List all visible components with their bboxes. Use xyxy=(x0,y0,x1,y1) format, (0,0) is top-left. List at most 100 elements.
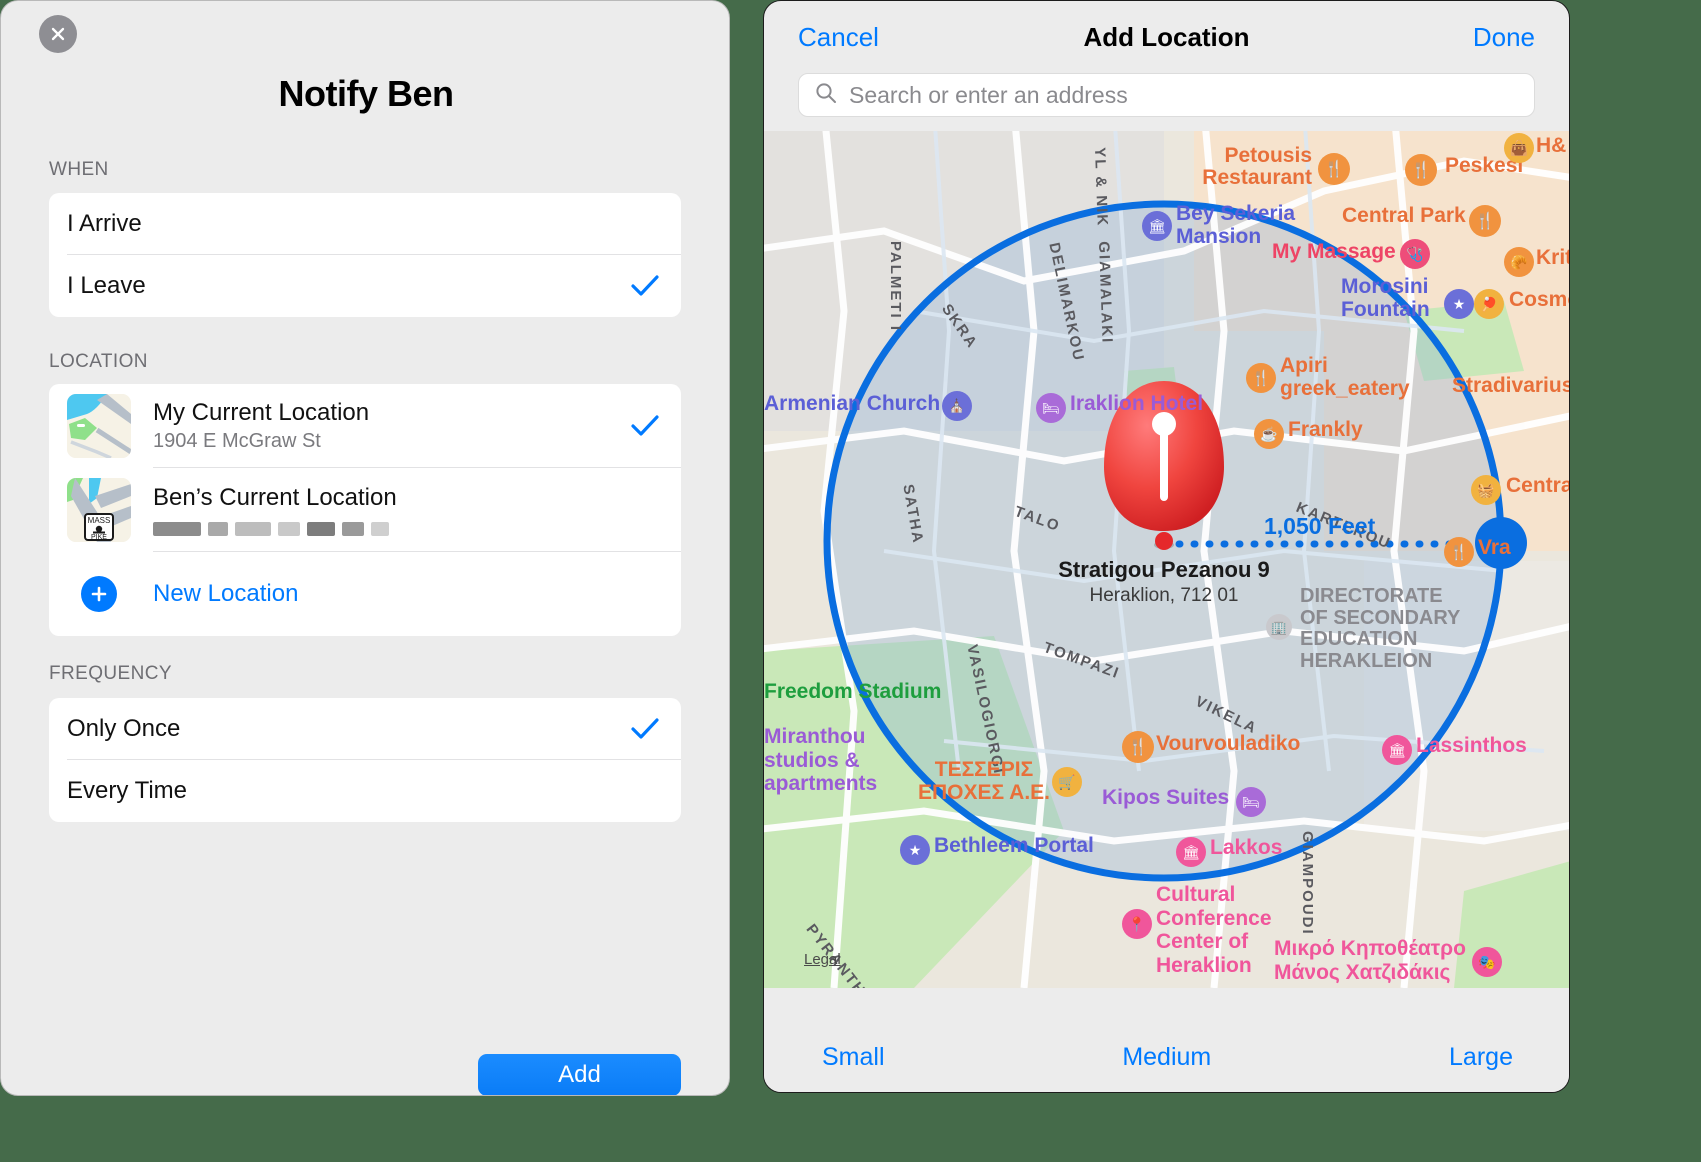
poi-label-morosini-fountain[interactable]: Morosini Fountain xyxy=(1341,275,1430,321)
location-item-my-current[interactable]: My Current Location 1904 E McGraw St xyxy=(49,384,681,468)
nav-bar: Cancel Add Location Done xyxy=(764,1,1569,73)
restaurant-icon: 🍴 xyxy=(1122,731,1154,763)
poi-label-stradivarius[interactable]: Stradivarius xyxy=(1452,374,1569,397)
search-input[interactable]: Search or enter an address xyxy=(798,73,1535,117)
poi-label-bethleem-portal[interactable]: Bethleem Portal xyxy=(934,834,1094,857)
option-label: Every Time xyxy=(67,777,188,804)
basket-icon: 🧺 xyxy=(1471,475,1501,505)
location-title: My Current Location xyxy=(153,398,370,426)
radius-size-selector: Small Medium Large xyxy=(764,1022,1569,1092)
checkmark-icon xyxy=(631,414,659,438)
add-button[interactable]: Add xyxy=(478,1054,681,1095)
option-i-leave[interactable]: I Leave xyxy=(49,255,681,317)
new-location-label: New Location xyxy=(153,580,299,607)
cafe-icon: ☕ xyxy=(1254,419,1284,449)
poi-label-iraklion-hotel[interactable]: Iraklion Hotel xyxy=(1070,392,1203,415)
close-icon[interactable] xyxy=(39,15,77,53)
search-placeholder: Search or enter an address xyxy=(849,81,1128,108)
street-label: YL & NIK xyxy=(1091,147,1111,228)
poi-label-apiri-greek-eatery[interactable]: Apiri greek_eatery xyxy=(1280,354,1410,400)
screen: Notify Ben WHEN I Arrive I Leave LOCATIO… xyxy=(0,0,1701,1162)
done-button[interactable]: Done xyxy=(1473,22,1535,53)
museum-icon: 🏛 xyxy=(1382,735,1412,765)
sport-icon: 🏓 xyxy=(1474,289,1504,319)
location-text: Ben’s Current Location xyxy=(153,484,397,536)
poi-label-kritiko[interactable]: Kritiko xyxy=(1536,246,1569,269)
street-label: GIAMPOUDI xyxy=(1299,831,1316,936)
legal-link[interactable]: Legal xyxy=(804,951,841,968)
poi-label-mikro-kipotheatro[interactable]: Μικρό Κηποθέατρο Μάνος Χατζιδάκις xyxy=(1274,937,1466,984)
restaurant-icon: 🍴 xyxy=(1405,154,1437,186)
restaurant-icon: 🍴 xyxy=(1246,363,1276,393)
option-i-arrive[interactable]: I Arrive xyxy=(49,193,681,255)
checkmark-icon xyxy=(631,717,659,741)
restaurant-icon: 🍴 xyxy=(1469,205,1501,237)
section-label-when: WHEN xyxy=(49,159,109,180)
poi-label-freedom-stadium[interactable]: Freedom Stadium xyxy=(764,680,941,703)
church-icon: ⛪ xyxy=(942,391,972,421)
star-icon: ★ xyxy=(1444,289,1474,319)
checkmark-icon xyxy=(631,274,659,298)
location-card: My Current Location 1904 E McGraw St MAS… xyxy=(49,384,681,636)
street-label: PALMETI I xyxy=(887,241,904,333)
poi-label-miranthou-studios[interactable]: Miranthou studios & apartments xyxy=(764,725,877,796)
cancel-button[interactable]: Cancel xyxy=(798,22,879,53)
add-location-sheet: Cancel Add Location Done Search or enter… xyxy=(763,0,1570,1093)
poi-label-armenian-church[interactable]: Armenian Church xyxy=(764,392,940,415)
option-every-time[interactable]: Every Time xyxy=(49,760,681,822)
poi-label-vourvouladiko[interactable]: Vourvouladiko xyxy=(1156,732,1300,755)
new-location-button[interactable]: New Location xyxy=(49,552,681,636)
location-item-bens-current[interactable]: MASS PIKE Ben’s Current Location xyxy=(49,468,681,552)
map-thumbnail-icon: MASS PIKE xyxy=(67,478,131,542)
location-title: Ben’s Current Location xyxy=(153,484,397,512)
frequency-card: Only Once Every Time xyxy=(49,698,681,822)
restaurant-icon: 🍴 xyxy=(1318,153,1350,185)
when-card: I Arrive I Leave xyxy=(49,193,681,317)
poi-label-h-and-m[interactable]: H& xyxy=(1536,134,1566,157)
poi-label-central-market[interactable]: Central Ma xyxy=(1506,474,1569,497)
pin-icon: 📍 xyxy=(1122,909,1152,939)
option-label: Only Once xyxy=(67,715,181,742)
poi-label-kipos-suites[interactable]: Kipos Suites xyxy=(1102,786,1229,809)
cart-icon: 🛒 xyxy=(1052,767,1082,797)
museum-icon: 🏛 xyxy=(1176,837,1206,867)
poi-label-tesseris-epoxes[interactable]: ΤΕΣΣΕΡΙΣ ΕΠΟΧΕΣ Α.Ε. xyxy=(914,758,1054,804)
poi-label-petousis-restaurant[interactable]: Petousis Restaurant xyxy=(1157,144,1312,189)
poi-label-central-park[interactable]: Central Park xyxy=(1342,204,1466,227)
poi-label-my-massage[interactable]: My Massage xyxy=(1272,240,1396,263)
size-option-small[interactable]: Small xyxy=(822,1043,885,1072)
plus-icon xyxy=(81,576,117,612)
size-option-large[interactable]: Large xyxy=(1449,1043,1513,1072)
area-label: DIRECTORATE OF SECONDARY EDUCATION HERAKLEI… xyxy=(1300,585,1461,672)
hotel-icon: 🛏 xyxy=(1036,393,1066,423)
notify-dialog: Notify Ben WHEN I Arrive I Leave LOCATIO… xyxy=(0,0,730,1096)
poi-label-lakkos[interactable]: Lakkos xyxy=(1210,836,1282,859)
poi-label-frankly[interactable]: Frankly xyxy=(1288,418,1363,441)
search-bar: Search or enter an address xyxy=(764,73,1569,131)
section-label-frequency: FREQUENCY xyxy=(49,663,172,684)
svg-text:MASS: MASS xyxy=(88,516,111,525)
theater-icon: 🎭 xyxy=(1472,947,1502,977)
map-canvas[interactable]: PALMETI I SKRA DELIMARKOU GIAMALAKI YL &… xyxy=(764,131,1569,988)
location-subtitle-redacted xyxy=(153,521,397,536)
poi-label-cosmos[interactable]: Cosmos xyxy=(1509,288,1569,311)
size-option-medium[interactable]: Medium xyxy=(1122,1043,1211,1072)
option-label: I Arrive xyxy=(67,210,142,237)
option-label: I Leave xyxy=(67,272,146,299)
page-title: Notify Ben xyxy=(278,73,455,114)
location-subtitle: 1904 E McGraw St xyxy=(153,430,321,453)
option-only-once[interactable]: Only Once xyxy=(49,698,681,760)
poi-label-vra[interactable]: Vra xyxy=(1478,536,1511,559)
pin-address-line1: Stratigou Pezanou 9 xyxy=(1058,557,1270,582)
poi-label-cultural-conference-center[interactable]: Cultural Conference Center of Heraklion xyxy=(1156,883,1272,977)
street-label: GIAMALAKI xyxy=(1095,241,1116,345)
radius-distance-label: 1,050 Feet xyxy=(1264,513,1376,539)
search-icon xyxy=(815,82,837,109)
store-icon: 👜 xyxy=(1504,133,1534,163)
building-icon: 🏢 xyxy=(1266,614,1292,640)
pin-address: Stratigou Pezanou 9 Heraklion, 712 01 xyxy=(1058,557,1269,607)
sheet-title: Add Location xyxy=(1083,21,1250,52)
star-icon: ★ xyxy=(900,835,930,865)
map-thumbnail-icon xyxy=(67,394,131,458)
poi-label-lassinthos[interactable]: Lassinthos xyxy=(1416,734,1527,757)
